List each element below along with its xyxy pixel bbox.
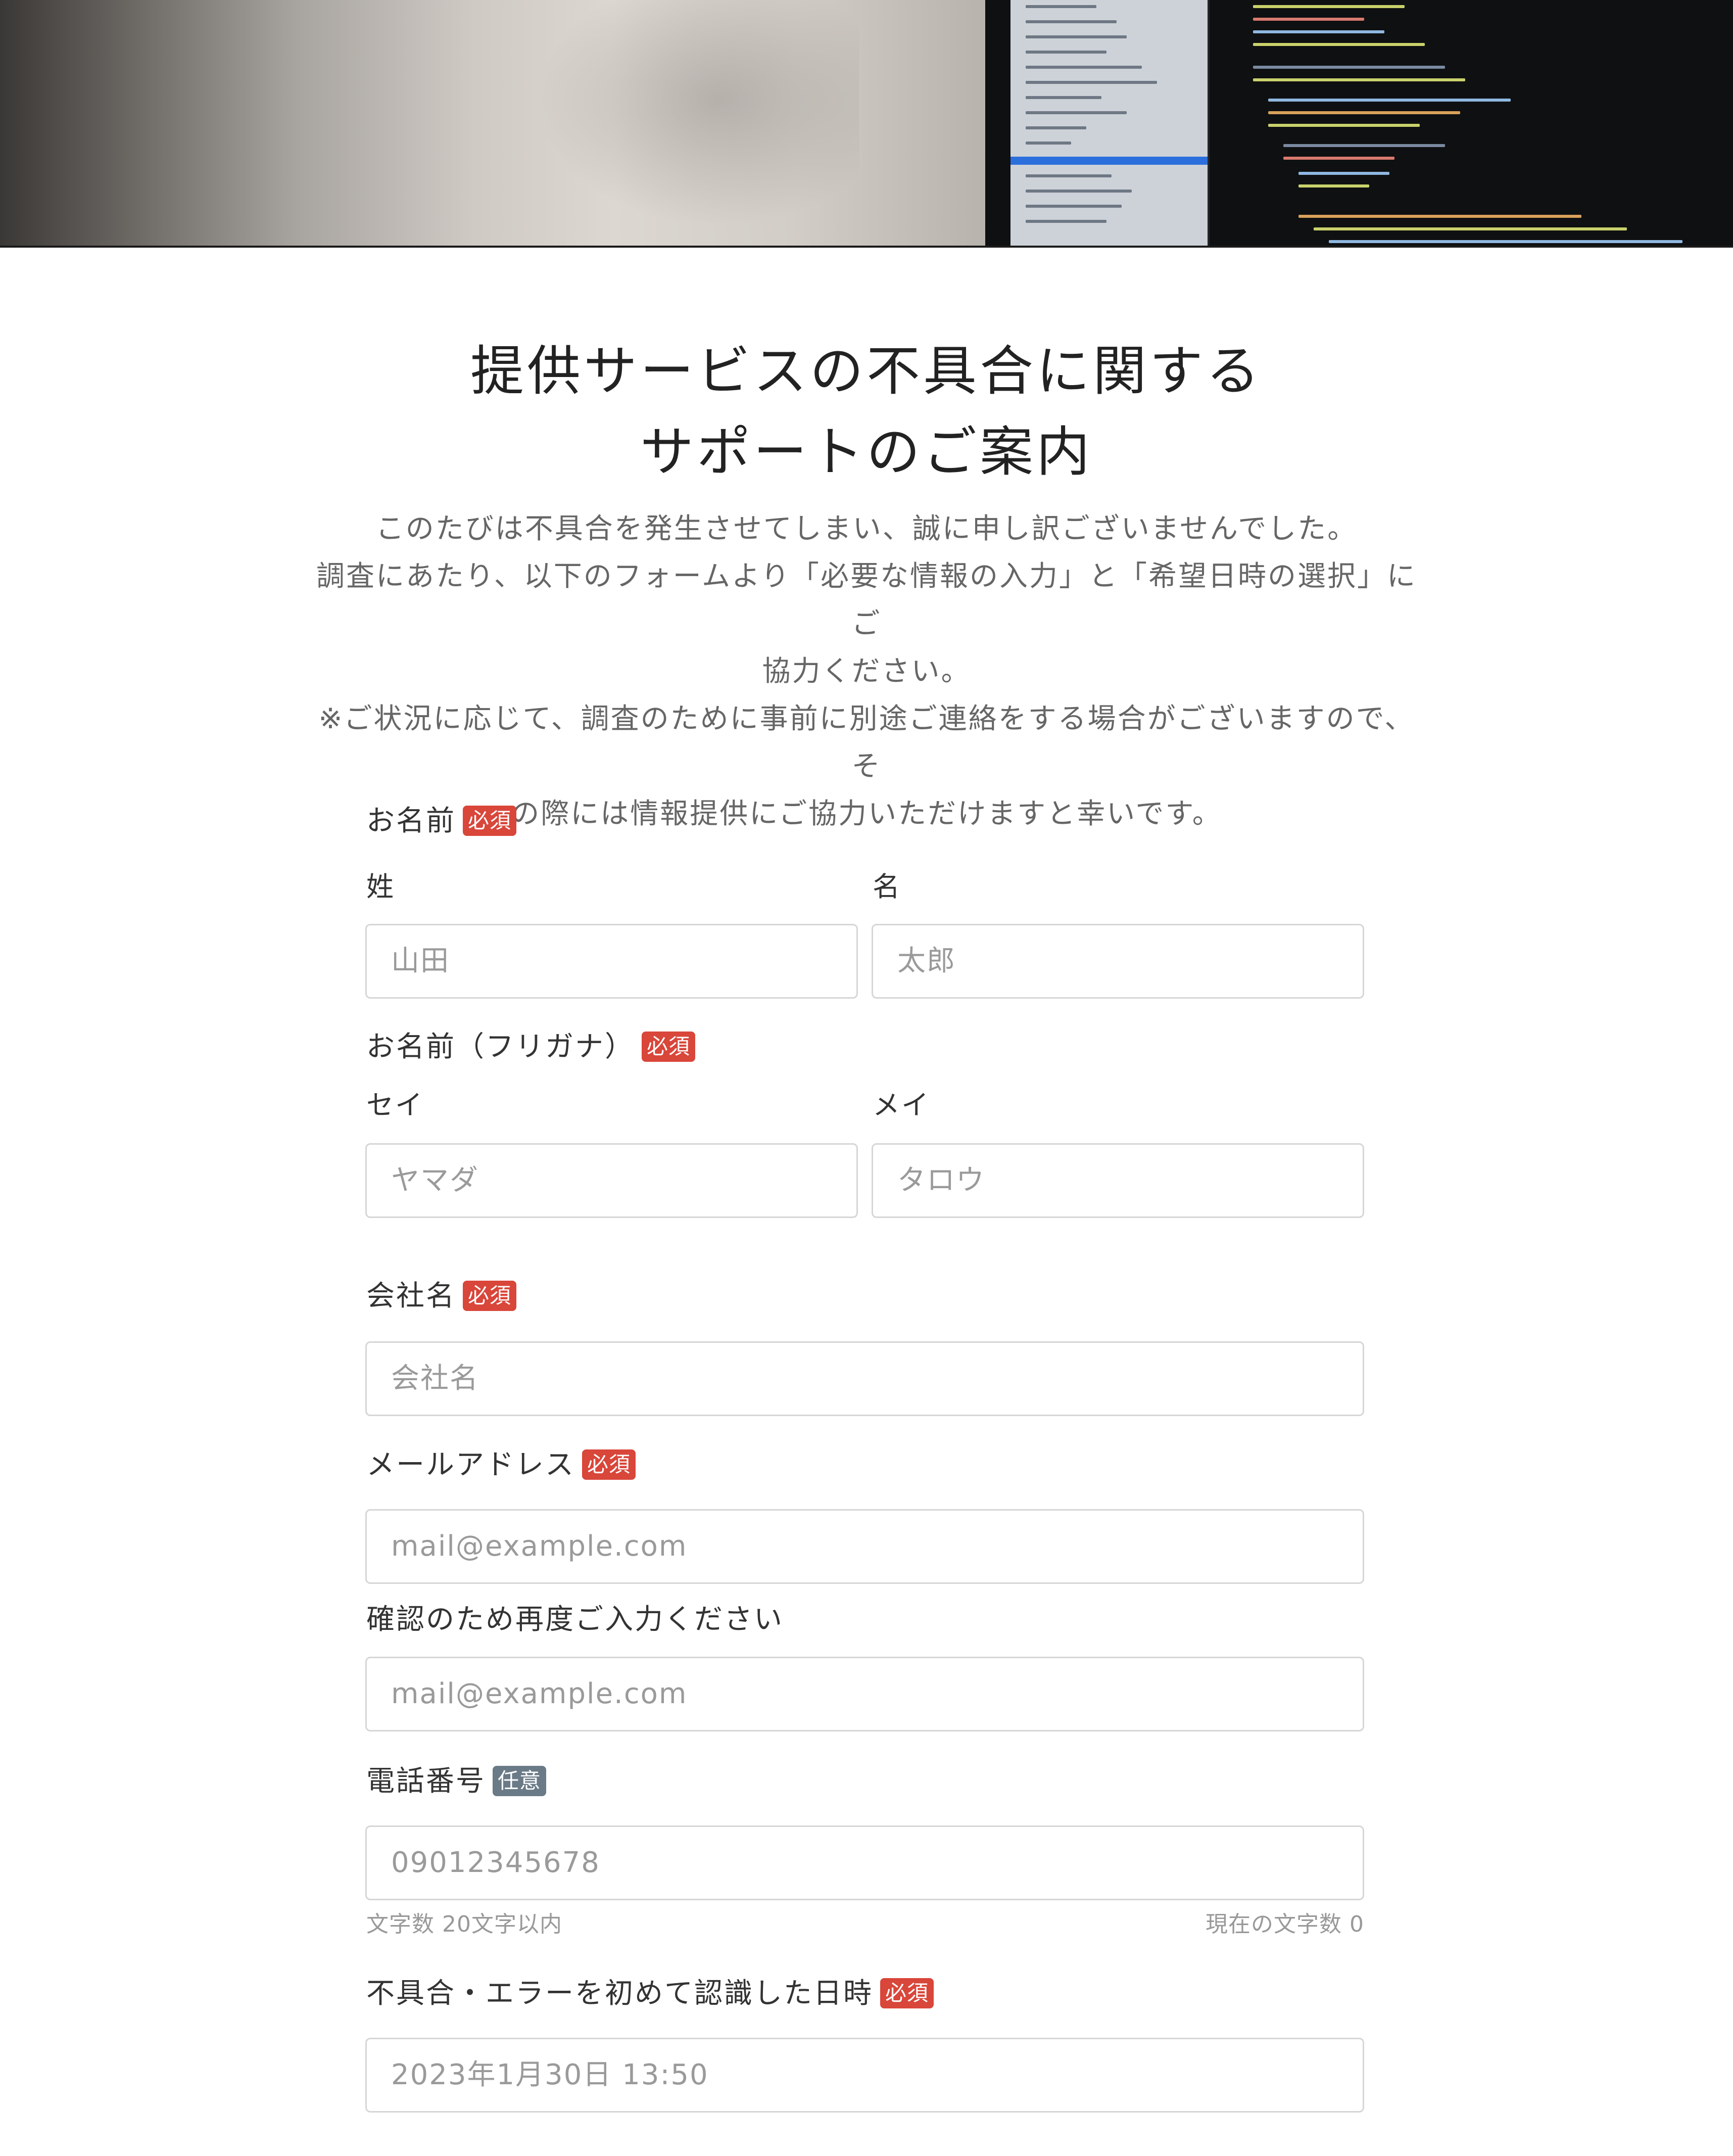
email-confirm-label: 確認のため再度ご入力ください	[366, 1603, 784, 1636]
company-label-text: 会社名	[366, 1280, 456, 1313]
required-badge: 必須	[880, 1978, 934, 2008]
hero-bottom-edge	[0, 246, 1733, 248]
intro-line: このたびは不具合を発生させてしまい、誠に申し訳ございませんでした。	[375, 512, 1358, 545]
first-seen-label: 不具合・エラーを初めて認識した日時 必須	[366, 1976, 934, 2011]
phone-count-hint: 現在の文字数 0	[1206, 1911, 1364, 1937]
kana-label-text: お名前（フリガナ）	[366, 1030, 635, 1063]
last-kana-placeholder: ヤマダ	[391, 1164, 479, 1197]
phone-label-text: 電話番号	[366, 1765, 486, 1798]
intro-line: 協力ください。	[762, 655, 971, 688]
first-kana-input[interactable]: タロウ	[872, 1143, 1364, 1218]
company-label: 会社名 必須	[366, 1279, 517, 1314]
hero-image	[0, 0, 1733, 248]
required-badge: 必須	[582, 1449, 636, 1480]
intro-line: 調査にあたり、以下のフォームより「必要な情報の入力」と「希望日時の選択」にご	[316, 560, 1417, 640]
optional-badge: 任意	[493, 1765, 547, 1796]
email-confirm-placeholder: mail@example.com	[391, 1677, 688, 1710]
required-badge: 必須	[463, 1280, 517, 1311]
last-name-placeholder: 山田	[391, 945, 450, 977]
email-label-text: メールアドレス	[366, 1448, 575, 1481]
name-label: お名前 必須	[366, 804, 517, 839]
email-label: メールアドレス 必須	[366, 1447, 636, 1483]
first-kana-label: メイ	[873, 1089, 930, 1121]
last-name-label: 姓	[366, 871, 395, 903]
email-input[interactable]: mail@example.com	[365, 1509, 1364, 1584]
hero-file-tree	[1010, 0, 1210, 248]
page-title-line2: サポートのご案内	[640, 421, 1093, 483]
phone-label: 電話番号 任意	[366, 1764, 547, 1799]
page-title: 提供サービスの不具合に関する サポートのご案内	[0, 331, 1733, 493]
phone-input[interactable]: 09012345678	[365, 1825, 1364, 1900]
hero-plant-shadow	[505, 0, 859, 248]
last-kana-label: セイ	[366, 1089, 424, 1121]
required-badge: 必須	[642, 1031, 696, 1062]
last-name-input[interactable]: 山田	[365, 924, 858, 999]
page-title-line1: 提供サービスの不具合に関する	[470, 340, 1263, 402]
intro-text: このたびは不具合を発生させてしまい、誠に申し訳ございませんでした。 調査にあたり…	[308, 505, 1425, 838]
name-label-text: お名前	[366, 805, 456, 837]
email-confirm-input[interactable]: mail@example.com	[365, 1657, 1364, 1731]
first-kana-placeholder: タロウ	[897, 1164, 985, 1197]
first-seen-label-text: 不具合・エラーを初めて認識した日時	[366, 1977, 873, 2010]
intro-line: ※ご状況に応じて、調査のために事前に別途ご連絡をする場合がございますので、そ	[318, 702, 1415, 783]
email-placeholder: mail@example.com	[391, 1530, 688, 1563]
first-seen-placeholder: 2023年1月30日 13:50	[391, 2058, 709, 2091]
company-placeholder: 会社名	[391, 1362, 479, 1395]
phone-limit-hint: 文字数 20文字以内	[366, 1911, 562, 1937]
company-input[interactable]: 会社名	[365, 1341, 1364, 1416]
first-name-placeholder: 太郎	[897, 945, 956, 977]
kana-label: お名前（フリガナ） 必須	[366, 1029, 696, 1065]
first-seen-datetime-input[interactable]: 2023年1月30日 13:50	[365, 2038, 1364, 2113]
required-badge: 必須	[463, 805, 517, 836]
last-kana-input[interactable]: ヤマダ	[365, 1143, 858, 1218]
first-name-label: 名	[873, 871, 901, 903]
first-name-input[interactable]: 太郎	[872, 924, 1364, 999]
phone-placeholder: 09012345678	[391, 1846, 600, 1879]
